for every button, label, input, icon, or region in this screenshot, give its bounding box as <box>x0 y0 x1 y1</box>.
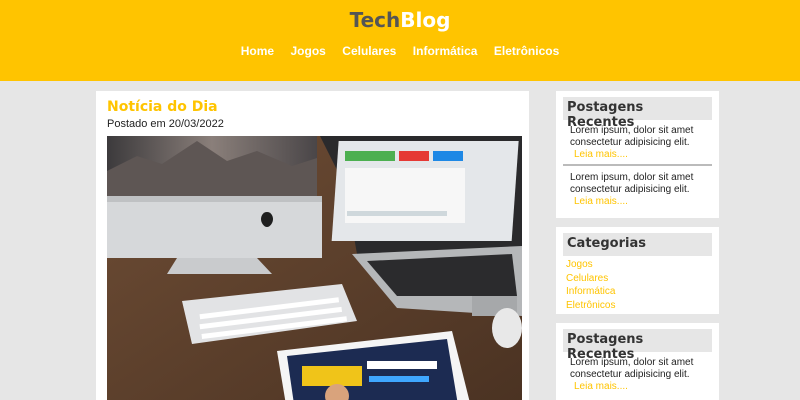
recent-posts-title: Postagens Recentes <box>563 329 712 362</box>
main-post: Notícia do Dia Postado em 20/03/2022 <box>96 91 529 400</box>
post-date: Postado em 20/03/2022 <box>107 118 224 130</box>
category-celulares[interactable]: Celulares <box>566 272 615 286</box>
recent-posts-widget-2: Postagens Recentes Lorem ipsum, dolor si… <box>556 323 719 400</box>
logo-tech-text: Tech <box>349 8 401 32</box>
recent-post-text: Lorem ipsum, dolor sit amet consectetur … <box>570 125 694 148</box>
category-jogos[interactable]: Jogos <box>566 258 615 272</box>
recent-post-text: Lorem ipsum, dolor sit amet consectetur … <box>570 357 694 380</box>
logo-blog-text: Blog <box>400 8 451 32</box>
nav-home[interactable]: Home <box>241 43 274 59</box>
nav-informatica[interactable]: Informática <box>413 43 478 59</box>
post-image <box>107 136 522 400</box>
category-list: Jogos Celulares Informática Eletrônicos <box>566 258 615 312</box>
read-more-link[interactable]: Leia mais.... <box>570 381 710 393</box>
site-header: TechBlog Home Jogos Celulares Informátic… <box>0 0 800 81</box>
nav-celulares[interactable]: Celulares <box>342 43 396 59</box>
recent-post-item: Lorem ipsum, dolor sit amet consectetur … <box>570 125 710 161</box>
recent-post-item: Lorem ipsum, dolor sit amet consectetur … <box>570 357 710 393</box>
categories-widget: Categorias Jogos Celulares Informática E… <box>556 227 719 314</box>
nav-jogos[interactable]: Jogos <box>291 43 326 59</box>
recent-post-item: Lorem ipsum, dolor sit amet consectetur … <box>570 172 710 208</box>
categories-title: Categorias <box>563 233 712 256</box>
main-nav: Home Jogos Celulares Informática Eletrôn… <box>0 42 800 60</box>
category-informatica[interactable]: Informática <box>566 285 615 299</box>
read-more-link[interactable]: Leia mais.... <box>570 196 710 208</box>
recent-posts-widget: Postagens Recentes Lorem ipsum, dolor si… <box>556 91 719 218</box>
read-more-link[interactable]: Leia mais.... <box>570 149 710 161</box>
devices-on-desk-illustration <box>107 136 522 400</box>
category-eletronicos[interactable]: Eletrônicos <box>566 299 615 313</box>
recent-posts-title: Postagens Recentes <box>563 97 712 130</box>
recent-post-text: Lorem ipsum, dolor sit amet consectetur … <box>570 172 694 195</box>
site-logo[interactable]: TechBlog <box>0 8 800 32</box>
nav-eletronicos[interactable]: Eletrônicos <box>494 43 559 59</box>
post-title[interactable]: Notícia do Dia <box>107 99 218 115</box>
divider <box>563 164 712 166</box>
